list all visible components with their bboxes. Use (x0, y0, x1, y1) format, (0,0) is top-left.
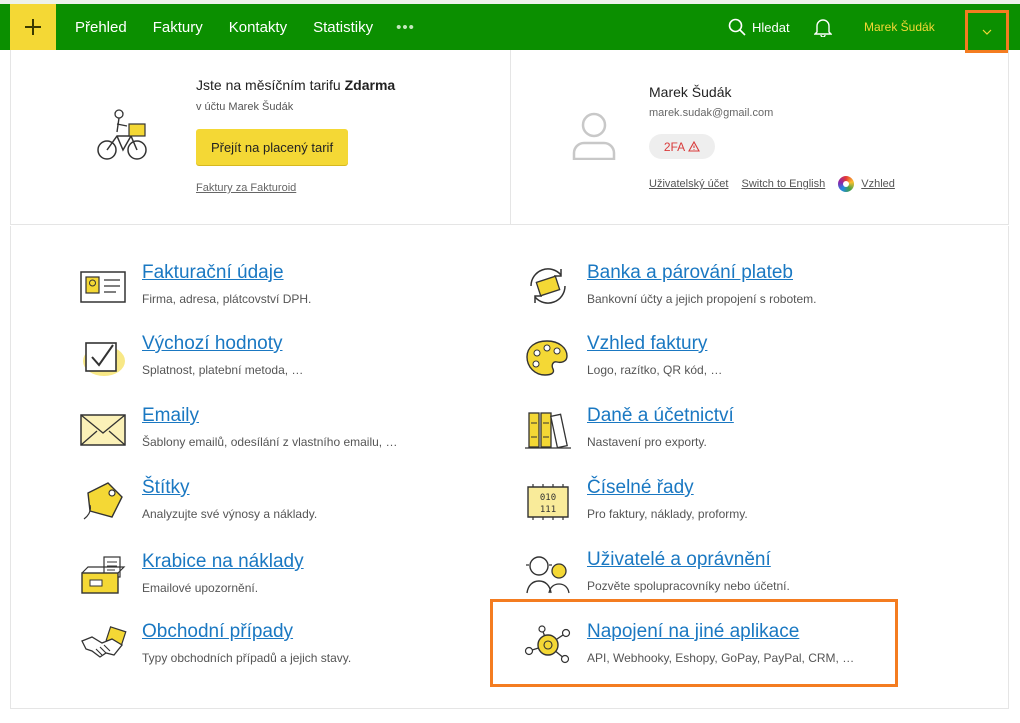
main-nav: Přehled Faktury Kontakty Statistiky ••• (62, 4, 425, 50)
settings-item-title[interactable]: Výchozí hodnoty (142, 333, 282, 355)
settings-item-business-cases[interactable]: Obchodní případy Typy obchodních případů… (78, 621, 478, 677)
box-icon (81, 556, 126, 594)
svg-text:111: 111 (540, 505, 556, 515)
nav-statistics[interactable]: Statistiky (300, 19, 386, 36)
profile-links: Uživatelský účet Switch to English Vzhle… (649, 176, 908, 192)
account-panel: Jste na měsíčním tarifu Zdarma v účtu Ma… (10, 50, 1009, 225)
handshake-icon (81, 626, 127, 658)
fakturoid-invoices-link[interactable]: Faktury za Fakturoid (196, 182, 296, 194)
bell-icon[interactable] (814, 17, 832, 37)
settings-item-bank-payments[interactable]: Banka a párování plateb Bankovní účty a … (523, 262, 923, 318)
search-button[interactable]: Hledat (728, 4, 790, 50)
settings-item-desc: Bankovní účty a jejich propojení s robot… (587, 292, 817, 306)
settings-item-expense-box[interactable]: Krabice na náklady Emailové upozornění. (78, 551, 478, 607)
cyclist-illustration-icon (97, 109, 147, 160)
search-label: Hledat (752, 19, 790, 35)
user-account-link[interactable]: Uživatelský účet (649, 178, 728, 190)
twofa-badge[interactable]: 2FA (649, 134, 715, 159)
warning-icon (688, 141, 701, 152)
settings-item-users-permissions[interactable]: Uživatelé a oprávnění Pozvěte spolupraco… (523, 549, 923, 605)
color-wheel-icon (838, 176, 855, 192)
settings-item-title[interactable]: Uživatelé a oprávnění (587, 549, 771, 571)
checkbox-icon (83, 342, 125, 376)
palette-icon (526, 340, 568, 376)
settings-item-number-series[interactable]: 010 111 Číselné řady Pro faktury, náklad… (523, 477, 923, 533)
profile-name: Marek Šudák (649, 84, 732, 100)
users-icon (526, 556, 570, 594)
twofa-label: 2FA (663, 139, 686, 154)
settings-item-desc: Šablony emailů, odesílání z vlastního em… (142, 435, 398, 449)
integrations-highlight-frame (490, 599, 898, 687)
settings-item-desc: Analyzujte své výnosy a náklady. (142, 507, 318, 521)
panel-divider (510, 50, 511, 225)
settings-item-title[interactable]: Emaily (142, 405, 199, 427)
switch-language-link[interactable]: Switch to English (741, 178, 825, 190)
settings-item-title[interactable]: Daně a účetnictví (587, 405, 734, 427)
binders-icon (525, 412, 571, 449)
svg-text:010: 010 (540, 493, 556, 503)
number-series-icon: 010 111 (527, 484, 569, 520)
id-card-icon (80, 271, 126, 303)
settings-item-desc: Nastavení pro exporty. (587, 435, 707, 449)
settings-item-taxes-accounting[interactable]: Daně a účetnictví Nastavení pro exporty. (523, 405, 923, 461)
settings-item-tags[interactable]: Štítky Analyzujte své výnosy a náklady. (78, 477, 478, 533)
profile-email: marek.sudak@gmail.com (649, 107, 774, 119)
settings-item-desc: Pozvěte spolupracovníky nebo účetní. (587, 579, 790, 593)
tariff-text: Jste na měsíčním tarifu Zdarma (196, 77, 396, 93)
settings-item-desc: Firma, adresa, plátcovství DPH. (142, 292, 312, 306)
settings-item-desc: Emailové upozornění. (142, 581, 259, 595)
settings-item-title[interactable]: Štítky (142, 477, 190, 499)
settings-item-title[interactable]: Vzhled faktury (587, 333, 707, 355)
settings-item-title[interactable]: Krabice na náklady (142, 551, 304, 573)
add-new-button[interactable] (10, 4, 56, 50)
bank-sync-icon (530, 268, 566, 304)
user-menu-dropdown-button[interactable] (965, 10, 1009, 53)
settings-item-title[interactable]: Obchodní případy (142, 621, 293, 643)
settings-item-title[interactable]: Fakturační údaje (142, 262, 284, 284)
tariff-name: Zdarma (344, 77, 396, 93)
settings-item-title[interactable]: Banka a párování plateb (587, 262, 793, 284)
nav-overview[interactable]: Přehled (62, 19, 140, 36)
settings-item-invoice-appearance[interactable]: Vzhled faktury Logo, razítko, QR kód, … (523, 333, 923, 389)
nav-contacts[interactable]: Kontakty (216, 19, 300, 36)
settings-item-emails[interactable]: Emaily Šablony emailů, odesílání z vlast… (78, 405, 478, 461)
nav-invoices[interactable]: Faktury (140, 19, 216, 36)
top-navigation-bar: Přehled Faktury Kontakty Statistiky ••• … (0, 0, 1020, 53)
search-icon (728, 18, 746, 36)
settings-item-desc: Typy obchodních případů a jejich stavy. (142, 651, 352, 665)
tariff-owner: v účtu Marek Šudák (196, 101, 294, 113)
settings-item-desc: Splatnost, platební metoda, … (142, 363, 304, 377)
appearance-link[interactable]: Vzhled (861, 178, 895, 190)
nav-more-button[interactable]: ••• (386, 19, 425, 36)
settings-item-desc: Pro faktury, náklady, proformy. (587, 507, 748, 521)
avatar-placeholder-icon (572, 112, 616, 160)
settings-item-title[interactable]: Číselné řady (587, 477, 694, 499)
upgrade-plan-button[interactable]: Přejít na placený tarif (196, 129, 348, 165)
settings-item-billing-details[interactable]: Fakturační údaje Firma, adresa, plátcovs… (78, 262, 478, 318)
user-menu-name[interactable]: Marek Šudák (864, 4, 935, 50)
settings-item-desc: Logo, razítko, QR kód, … (587, 363, 723, 377)
envelope-icon (80, 414, 126, 446)
chevron-down-icon (982, 29, 992, 35)
settings-item-default-values[interactable]: Výchozí hodnoty Splatnost, platební meto… (78, 333, 478, 389)
plus-icon (25, 19, 41, 35)
tag-icon (83, 482, 123, 520)
